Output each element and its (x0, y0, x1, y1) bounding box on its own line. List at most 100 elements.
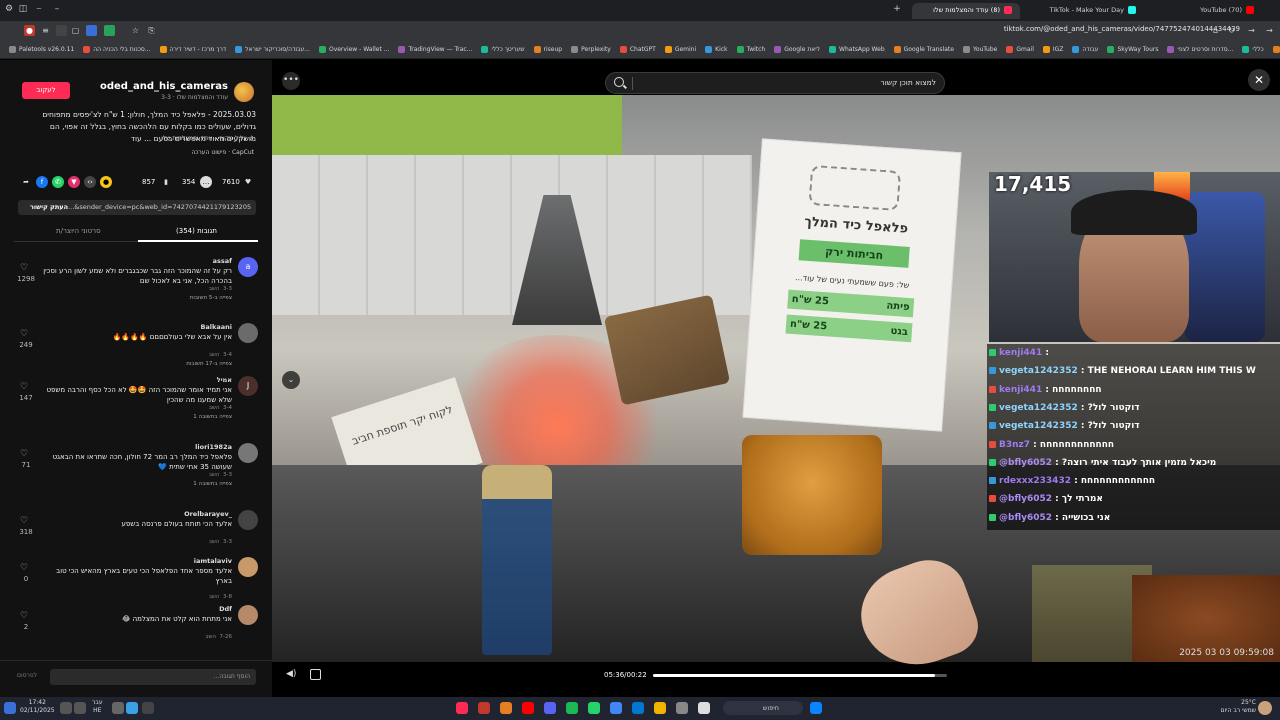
close-button[interactable]: ✕ (1248, 69, 1270, 91)
sound-link[interactable]: ♫ צליל מקורי - עודד והמצלמות שלו (161, 135, 254, 142)
bookmark-item[interactable]: Gmail (1006, 41, 1034, 58)
facebook-icon[interactable]: f (36, 176, 48, 188)
bookmark-item[interactable]: שעריטך כללי (481, 41, 525, 58)
bookmark-icon[interactable]: ▮ (160, 176, 172, 188)
chat-username[interactable]: B3nz7 (999, 440, 1030, 450)
discord-icon[interactable] (544, 702, 556, 714)
comment-username[interactable]: Ddf (219, 605, 232, 613)
comment-username[interactable]: Balkaani (200, 323, 232, 331)
app-icon[interactable] (522, 702, 534, 714)
bookmark-item[interactable]: riseup (533, 41, 562, 58)
chrome-icon[interactable] (610, 702, 622, 714)
heart-icon[interactable]: ♥ (242, 176, 254, 188)
whatsapp-app-icon[interactable] (588, 702, 600, 714)
reply-button[interactable]: השב (209, 472, 220, 478)
chat-username[interactable]: vegeta1242352 (999, 366, 1078, 376)
bookmark-item[interactable]: Perplexity (571, 41, 611, 58)
follow-button[interactable]: לעקוב (22, 82, 70, 99)
comment-avatar[interactable] (238, 443, 258, 463)
language-indicator[interactable]: עבר HE (92, 699, 103, 715)
reply-button[interactable]: השב (209, 352, 220, 358)
chat-username[interactable]: vegeta1242352 (999, 403, 1078, 413)
comment-icon[interactable]: … (200, 176, 212, 188)
volume-icon[interactable]: ◀) (286, 669, 298, 681)
weather-widget[interactable]: 25°C שמשי רב היום (1221, 699, 1256, 715)
chat-username[interactable]: kenji441 (999, 385, 1042, 395)
user-avatar[interactable] (1258, 701, 1272, 715)
chat-username[interactable]: @bfly6052 (999, 458, 1052, 468)
comment-avatar[interactable] (238, 557, 258, 577)
reply-button[interactable]: השב (209, 405, 220, 411)
chat-username[interactable]: vegeta1242352 (999, 421, 1078, 431)
app-icon[interactable] (500, 702, 512, 714)
bookmark-item[interactable]: SkyWay Tours (1107, 41, 1158, 58)
comment-username[interactable]: Orelbarayev_ (184, 510, 232, 518)
pinterest-icon[interactable]: ▼ (68, 176, 80, 188)
tab-youtube[interactable]: (70) YouTube (1146, 3, 1262, 19)
comment-avatar[interactable]: a (238, 257, 258, 277)
bookmark-item[interactable]: תקציבים (1272, 41, 1280, 58)
app-icon[interactable] (698, 702, 710, 714)
new-tab-icon[interactable]: + (890, 4, 904, 17)
bookmark-item[interactable]: ChatGPT (619, 41, 656, 58)
bookmark-item[interactable]: כללי (1242, 41, 1264, 58)
bookmark-item[interactable]: סכנות בלי הכניה הה... (83, 41, 151, 58)
file-explorer-icon[interactable] (654, 702, 666, 714)
mic-icon[interactable] (112, 702, 124, 714)
heart-icon[interactable]: ♡ (20, 449, 28, 459)
whatsapp-icon[interactable]: ✆ (52, 176, 64, 188)
comment-username[interactable]: liori1982a (195, 443, 232, 451)
app-icon[interactable] (676, 702, 688, 714)
heart-icon[interactable]: ♡ (20, 329, 28, 339)
progress-bar[interactable] (653, 674, 947, 677)
lock-icon[interactable]: ⌂ (1210, 25, 1221, 36)
comment-avatar[interactable]: J (238, 376, 258, 396)
network-icon[interactable] (74, 702, 86, 714)
bookmark-item[interactable]: Overview - Wallet ... (318, 41, 389, 58)
tab-creator-videos[interactable]: סרטוני היוצר/ת (56, 227, 101, 235)
extension-icon[interactable] (56, 25, 67, 36)
copy-link-button[interactable]: העתק קישור (30, 200, 68, 215)
extension-icon[interactable]: ≡ (40, 25, 51, 36)
telegram-icon[interactable] (126, 702, 138, 714)
heart-icon[interactable]: ♡ (20, 563, 28, 573)
capcut-link[interactable]: CapCut · פישוט הערכה (191, 149, 254, 156)
author-avatar[interactable] (234, 82, 254, 102)
more-options-button[interactable]: ••• (282, 72, 300, 90)
tab-search-icon[interactable]: ◫ (16, 4, 30, 17)
bookmark-item[interactable]: IGZ (1042, 41, 1063, 58)
view-replies-button[interactable]: צפייה ב-17 תשובות (186, 361, 232, 367)
chat-username[interactable]: kenji441 (999, 348, 1042, 358)
forward-icon[interactable]: → (1246, 25, 1257, 36)
comment-avatar[interactable] (238, 605, 258, 625)
post-button[interactable]: לפרסום (17, 672, 37, 679)
heart-icon[interactable]: ♡ (20, 516, 28, 526)
reply-button[interactable]: השב (209, 594, 220, 600)
taskbar-search[interactable]: חיפוש (723, 701, 803, 715)
extension-icon[interactable]: ● (24, 25, 35, 36)
minimize-icon[interactable]: – (50, 4, 64, 17)
bookmark-item[interactable]: YouTube (962, 41, 997, 58)
bookmark-item[interactable]: TradingView — Trac... (398, 41, 472, 58)
tab-groups-icon[interactable]: ▢ (70, 25, 81, 36)
reply-button[interactable]: השב (205, 634, 216, 640)
bookmark-item[interactable]: סדרות וסרטים לצפי... (1167, 41, 1233, 58)
related-search[interactable]: למצוא תוכן קשור (605, 72, 945, 94)
next-video-button[interactable]: ⌄ (282, 371, 300, 389)
search-icon[interactable] (614, 77, 624, 87)
bookmark-item[interactable]: Google Translate (893, 41, 954, 58)
tab-tiktok[interactable]: TikTok - Make Your Day (1022, 3, 1144, 19)
extension-icon[interactable] (86, 25, 97, 36)
widgets-icon[interactable] (4, 702, 16, 714)
chat-username[interactable]: @bfly6052 (999, 513, 1052, 523)
app-icon[interactable] (478, 702, 490, 714)
app-icon[interactable] (632, 702, 644, 714)
view-replies-button[interactable]: צפייה בתשובה 1 (193, 414, 232, 420)
reply-button[interactable]: השב (209, 286, 220, 292)
bookmark-item[interactable]: Gemini (664, 41, 696, 58)
extension-icon[interactable] (104, 25, 115, 36)
view-replies-button[interactable]: צפייה בתשובה 1 (193, 481, 232, 487)
chat-username[interactable]: rdexxx233432 (999, 476, 1071, 486)
bookmark-item[interactable]: עבודה (1072, 41, 1098, 58)
bookmark-item[interactable]: Paletools v26.0.11 (9, 41, 74, 58)
